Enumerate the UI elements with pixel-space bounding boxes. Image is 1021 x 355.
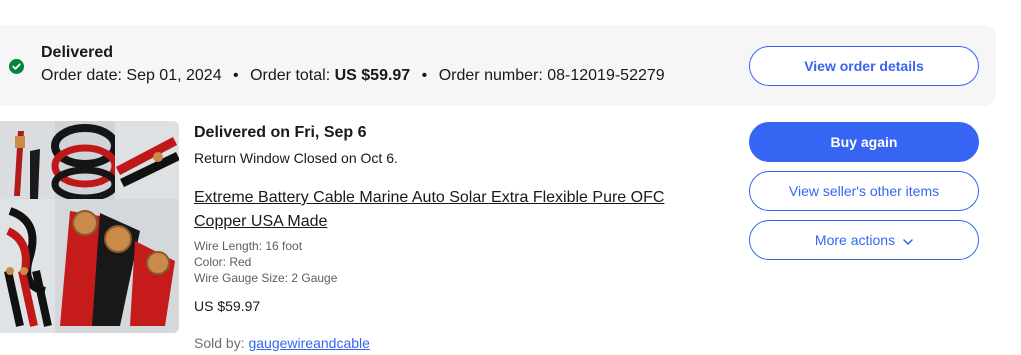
delivery-date: Delivered on Fri, Sep 6 <box>194 124 367 141</box>
check-circle-icon <box>9 59 24 74</box>
sold-by-label: Sold by: <box>194 335 245 351</box>
sold-by: Sold by: gaugewireandcable <box>194 335 370 351</box>
order-meta: Order date: Sep 01, 2024 • Order total: … <box>41 67 665 85</box>
view-seller-items-button[interactable]: View seller's other items <box>749 171 979 211</box>
order-number-label: Order number: <box>438 67 543 84</box>
item-price: US $59.97 <box>194 298 261 314</box>
more-actions-label: More actions <box>814 232 896 248</box>
seller-link[interactable]: gaugewireandcable <box>248 335 369 351</box>
aspect-color: Color: Red <box>194 255 252 269</box>
separator-dot: • <box>421 67 428 84</box>
order-date-label: Order date: <box>41 67 122 84</box>
order-total: US $59.97 <box>334 67 411 84</box>
return-window-status: Return Window Closed on Oct 6. <box>194 150 398 166</box>
more-actions-button[interactable]: More actions <box>749 220 979 260</box>
view-order-details-button[interactable]: View order details <box>749 46 979 86</box>
aspect-wire-length: Wire Length: 16 foot <box>194 239 303 253</box>
item-aspects: Wire Length: 16 foot Color: Red Wire Gau… <box>194 238 337 286</box>
aspect-wire-gauge: Wire Gauge Size: 2 Gauge <box>194 271 338 285</box>
separator-dot: • <box>233 67 239 84</box>
chevron-down-icon <box>903 232 913 248</box>
order-status: Delivered <box>41 44 114 61</box>
item-title-link[interactable]: Extreme Battery Cable Marine Auto Solar … <box>194 186 704 234</box>
order-date: Sep 01, 2024 <box>126 67 222 84</box>
order-total-label: Order total: <box>250 67 331 84</box>
buy-again-button[interactable]: Buy again <box>749 122 979 162</box>
order-number: 08-12019-52279 <box>547 67 665 84</box>
product-image[interactable] <box>0 121 179 333</box>
